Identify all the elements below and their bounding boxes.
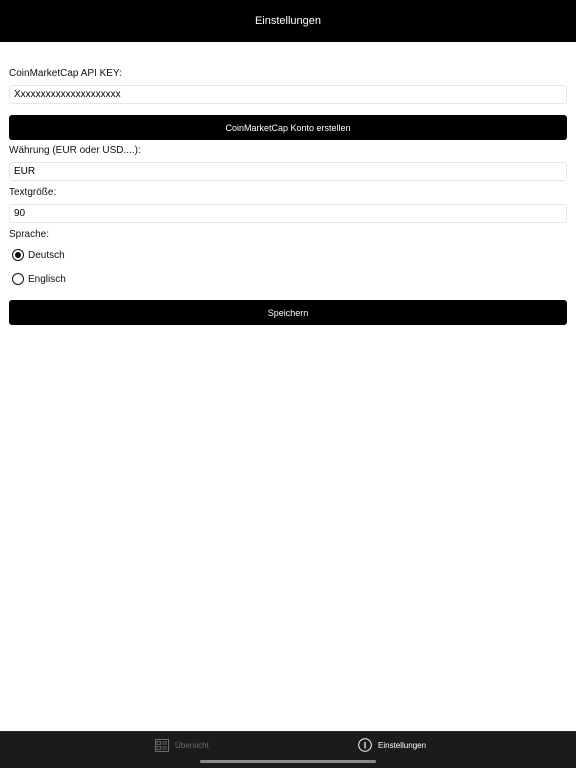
api-key-input[interactable]: Xxxxxxxxxxxxxxxxxxxxx: [9, 85, 567, 104]
text-size-input[interactable]: 90: [9, 204, 567, 223]
radio-unselected-icon[interactable]: [12, 273, 24, 285]
language-label: Sprache:: [9, 229, 50, 240]
radio-option-englisch[interactable]: Englisch: [12, 273, 66, 285]
radio-label-deutsch: Deutsch: [28, 249, 65, 261]
radio-selected-icon[interactable]: [12, 249, 24, 261]
text-size-label: Textgröße:: [9, 187, 57, 198]
tab-label-einstellungen: Einstellungen: [378, 740, 427, 750]
tab-label-uebersicht: Übersicht: [175, 740, 209, 750]
save-button[interactable]: Speichern: [9, 300, 567, 325]
navigation-bar: Einstellungen: [0, 0, 576, 42]
api-key-label: CoinMarketCap API KEY:: [9, 68, 122, 79]
radio-label-englisch: Englisch: [28, 273, 66, 285]
info-icon: [358, 738, 372, 752]
radio-option-deutsch[interactable]: Deutsch: [12, 249, 65, 261]
home-indicator: [200, 760, 376, 763]
currency-input[interactable]: EUR: [9, 162, 567, 181]
tab-einstellungen[interactable]: Einstellungen: [358, 738, 426, 752]
page-title: Einstellungen: [254, 15, 322, 27]
create-account-button[interactable]: CoinMarketCap Konto erstellen: [9, 115, 567, 140]
list-icon: [155, 738, 169, 752]
tab-uebersicht[interactable]: Übersicht: [155, 738, 209, 752]
currency-label: Währung (EUR oder USD....):: [9, 145, 141, 156]
